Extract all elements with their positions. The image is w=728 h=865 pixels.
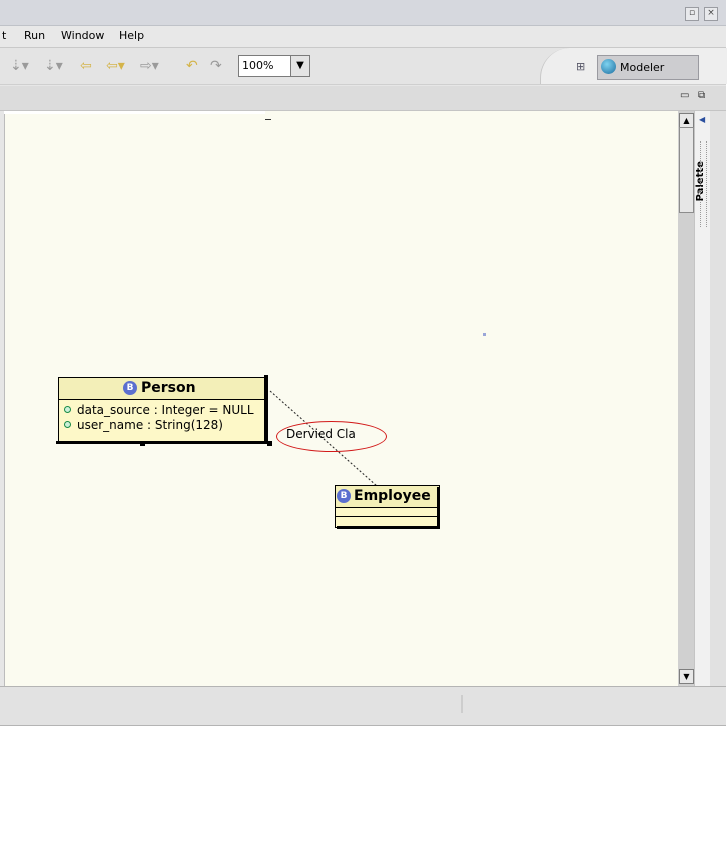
canvas-marker: [265, 119, 271, 120]
person-class-box[interactable]: B Person data_source : Integer = NULL us…: [58, 377, 266, 443]
person-class-name[interactable]: Person: [141, 380, 196, 396]
undo-icon[interactable]: ↶: [186, 58, 198, 74]
zoom-combo[interactable]: 100% ▼: [238, 55, 310, 77]
person-attribute[interactable]: data_source : Integer = NULL: [77, 403, 254, 417]
palette-grip[interactable]: [700, 141, 707, 227]
eclipse-window: ▫ × t Run Window Help ⇣▾ ⇣▾ ⇦ ⇦▾ ⇨▾ ↶ ↷ …: [0, 0, 727, 726]
employee-shadow-right: [437, 487, 440, 529]
minimize-window-icon[interactable]: ▫: [685, 7, 699, 21]
scroll-up-icon[interactable]: ▲: [679, 113, 694, 128]
employee-attribute-compartment: [336, 516, 439, 517]
minimize-editor-icon[interactable]: ▭: [680, 90, 689, 101]
maximize-editor-icon[interactable]: ⧉: [698, 90, 705, 101]
person-attribute[interactable]: user_name : String(128): [77, 418, 223, 432]
palette-expand-icon[interactable]: ◀: [699, 115, 705, 124]
perspective-label: Modeler: [620, 61, 665, 74]
attribute-icon: [64, 406, 71, 413]
status-bar: [0, 686, 726, 726]
scroll-thumb[interactable]: [679, 127, 694, 213]
scroll-down-icon[interactable]: ▼: [679, 669, 694, 684]
perspective-modeler-button[interactable]: Modeler: [597, 55, 699, 80]
menu-item-partial[interactable]: t: [2, 29, 6, 42]
annotation-ellipse: [276, 421, 387, 452]
employee-class-name[interactable]: Employee: [354, 488, 431, 504]
palette-sidebar[interactable]: ◀ Palette: [694, 111, 711, 686]
run-dropdown-icon[interactable]: ⇣▾: [10, 58, 29, 74]
forward-arrow-icon[interactable]: ⇨▾: [140, 58, 159, 74]
globe-icon: [601, 59, 616, 74]
attribute-icon: [64, 421, 71, 428]
person-selection-bottom: [56, 441, 268, 444]
zoom-dropdown-icon[interactable]: ▼: [290, 56, 309, 76]
menu-item-help[interactable]: Help: [119, 29, 144, 42]
back-arrow-icon[interactable]: ⇦▾: [106, 58, 125, 74]
title-bar: ▫ ×: [0, 0, 726, 26]
menu-item-window[interactable]: Window: [61, 29, 104, 42]
previous-edit-icon[interactable]: ⇦: [80, 58, 92, 74]
window-right-frame: [710, 111, 726, 686]
resize-handle[interactable]: [140, 441, 145, 446]
stereotype-b-icon: B: [337, 489, 351, 503]
canvas-dot: [483, 333, 486, 336]
open-perspective-icon[interactable]: ⊞: [576, 60, 590, 74]
zoom-value: 100%: [242, 59, 274, 72]
menu-bar: t Run Window Help: [0, 26, 726, 48]
close-window-icon[interactable]: ×: [704, 7, 718, 21]
menu-item-run[interactable]: Run: [24, 29, 45, 42]
employee-class-box[interactable]: B Employee: [335, 485, 440, 528]
editor-tab-bar: ▭ ⧉: [0, 86, 726, 111]
resize-handle[interactable]: [267, 441, 272, 446]
redo-icon[interactable]: ↷: [210, 58, 222, 74]
vertical-scrollbar[interactable]: ▲ ▼: [678, 111, 694, 686]
person-selection-right: [264, 375, 268, 443]
debug-dropdown-icon[interactable]: ⇣▾: [44, 58, 63, 74]
canvas-top-strip: [4, 111, 265, 114]
stereotype-b-icon: B: [123, 381, 137, 395]
employee-shadow-bottom: [337, 526, 440, 529]
person-class-header: B Person: [59, 378, 265, 400]
employee-class-header: B Employee: [336, 486, 439, 508]
status-separator: [461, 695, 463, 713]
